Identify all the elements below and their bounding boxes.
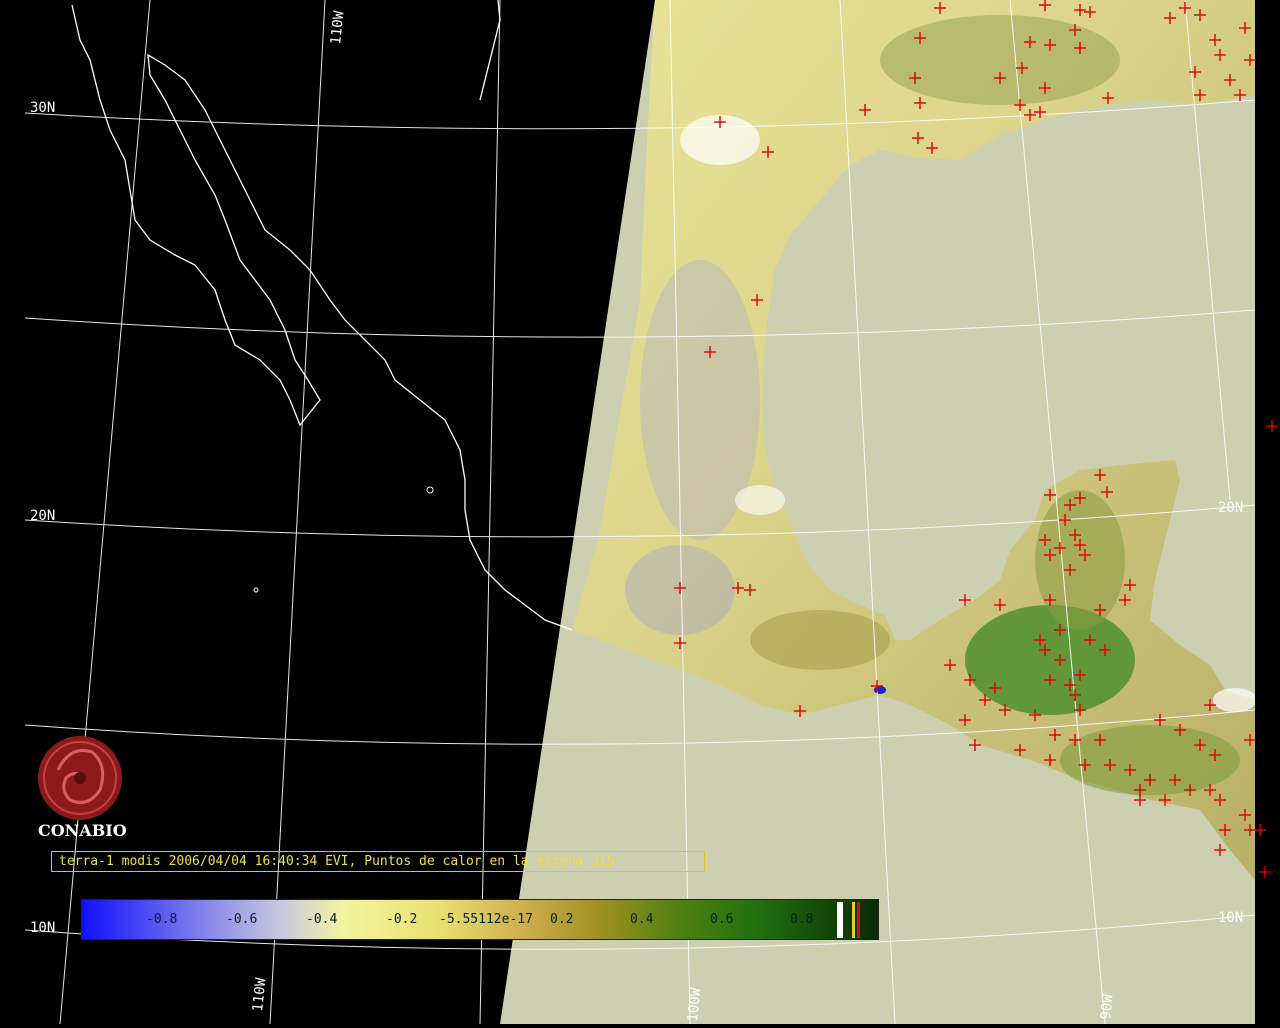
water-body-blue bbox=[874, 686, 886, 694]
colorbar-label: -0.4 bbox=[306, 912, 338, 927]
veg-yucatan bbox=[965, 605, 1135, 715]
right-border bbox=[1255, 0, 1280, 1024]
scene-caption: terra-1 modis 2006/04/04 16:40:34 EVI, P… bbox=[51, 851, 705, 872]
evi-colorbar: -0.8 -0.6 -0.4 -0.2 -5.55112e-17 0.2 0.4… bbox=[81, 899, 879, 940]
colorbar-label: 0.6 bbox=[710, 912, 734, 927]
colorbar-label: -0.6 bbox=[226, 912, 258, 927]
veg-sierra bbox=[750, 610, 890, 670]
colorbar-label: 0.2 bbox=[550, 912, 574, 927]
colorbar-label: -0.8 bbox=[146, 912, 178, 927]
label-lat-20n-left: 20N bbox=[30, 508, 55, 524]
cloud-gulf bbox=[735, 485, 785, 515]
label-lon-90w: 90W bbox=[1098, 993, 1117, 1020]
veg-yucatan-north bbox=[1035, 490, 1125, 630]
colorbar-label: -0.2 bbox=[386, 912, 418, 927]
cloud-caribbean bbox=[1213, 688, 1257, 712]
colorbar-stripe-red bbox=[857, 902, 860, 938]
label-lat-20n-right: 20N bbox=[1218, 500, 1243, 516]
colorbar-label: 0.8 bbox=[790, 912, 814, 927]
map-view: 30N 20N 20N 10N 10N 110W 110W 100W 90W C… bbox=[0, 0, 1280, 1025]
colorbar-stripe-yellow bbox=[852, 902, 855, 938]
label-lat-30n: 30N bbox=[30, 100, 55, 116]
label-lat-10n-left: 10N bbox=[30, 920, 55, 936]
colorbar-label: 0.4 bbox=[630, 912, 654, 927]
conabio-logo-text: CONABIO bbox=[38, 821, 127, 840]
colorbar-label: -5.55112e-17 bbox=[439, 912, 533, 927]
label-lat-10n-right: 10N bbox=[1218, 910, 1243, 926]
colorbar-stripe-white bbox=[837, 902, 843, 938]
conabio-logo-icon bbox=[38, 736, 122, 820]
veg-us-south bbox=[880, 15, 1120, 105]
